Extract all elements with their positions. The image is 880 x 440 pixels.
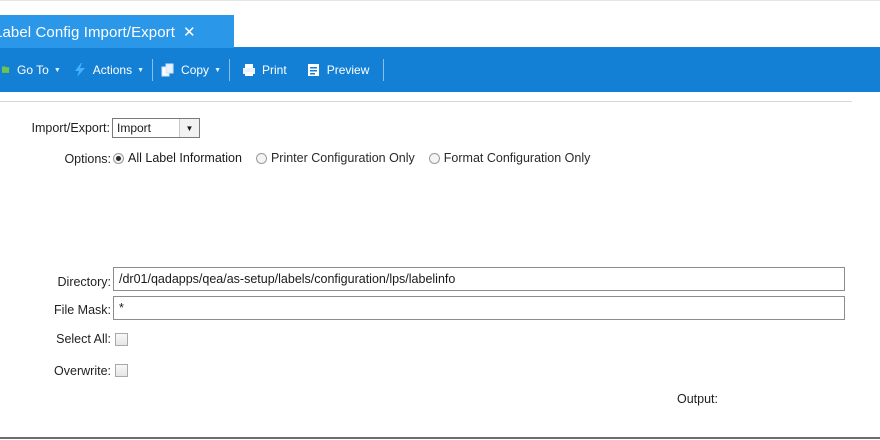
radio-unselected-icon[interactable] [428,152,440,164]
print-button[interactable]: Print [232,48,293,92]
chevron-down-icon: ▼ [53,66,61,74]
radio-format-configuration-only[interactable]: Format Configuration Only [428,151,591,165]
radio-label: Printer Configuration Only [270,151,415,165]
select-all-label: Select All: [56,332,111,346]
printer-icon [243,64,255,76]
close-icon[interactable]: ✕ [183,23,196,41]
divider [0,101,852,102]
import-export-value: Import [117,121,152,135]
bottom-divider [0,437,880,439]
actions-button[interactable]: Actions ▼ [67,48,150,92]
preview-button[interactable]: Preview [293,48,376,92]
radio-all-label-information[interactable]: All Label Information [113,151,242,165]
import-export-label: Import/Export: [31,121,111,135]
directory-label: Directory: [57,275,111,289]
import-export-select[interactable]: Import ▼ [112,118,200,138]
file-mask-input[interactable]: * [113,296,845,320]
toolbar-separator [383,59,385,81]
toolbar-separator [229,59,230,81]
overwrite-label: Overwrite: [54,364,111,378]
tab-title: Label Config Import/Export [0,23,176,41]
radio-label: Format Configuration Only [443,151,591,165]
options-radio-group: All Label Information Printer Configurat… [113,151,604,165]
print-label: Print [262,63,287,77]
preview-icon [307,64,319,76]
toolbar-separator [152,59,154,81]
copy-button[interactable]: Copy ▼ [155,48,227,92]
radio-printer-configuration-only[interactable]: Printer Configuration Only [255,151,415,165]
file-mask-label: File Mask: [54,303,111,317]
preview-label: Preview [326,63,370,77]
options-label: Options: [64,152,111,166]
copy-label: Copy [181,63,210,77]
lightning-icon [74,63,85,77]
select-all-checkbox[interactable] [115,333,128,346]
output-label: Output: [677,392,718,406]
chevron-down-icon: ▼ [214,66,221,74]
radio-unselected-icon[interactable] [255,152,267,164]
radio-label: All Label Information [128,151,242,165]
chevron-down-icon: ▼ [137,66,145,74]
chevron-down-icon[interactable]: ▼ [179,119,199,137]
copy-icon [161,63,174,77]
directory-input[interactable]: /dr01/qadapps/qea/as-setup/labels/config… [113,267,845,291]
goto-button[interactable]: Go To ▼ [0,48,67,92]
overwrite-checkbox[interactable] [115,364,128,377]
toolbar: Go To ▼ Actions ▼ Copy ▼ Print Preview [0,48,880,92]
radio-selected-icon[interactable] [113,152,124,164]
actions-label: Actions [92,63,133,77]
tab-label-config[interactable]: Label Config Import/Export ✕ [0,15,234,49]
goto-label: Go To [17,63,49,77]
tab-strip: Label Config Import/Export ✕ [0,0,880,49]
goto-icon [2,66,10,73]
